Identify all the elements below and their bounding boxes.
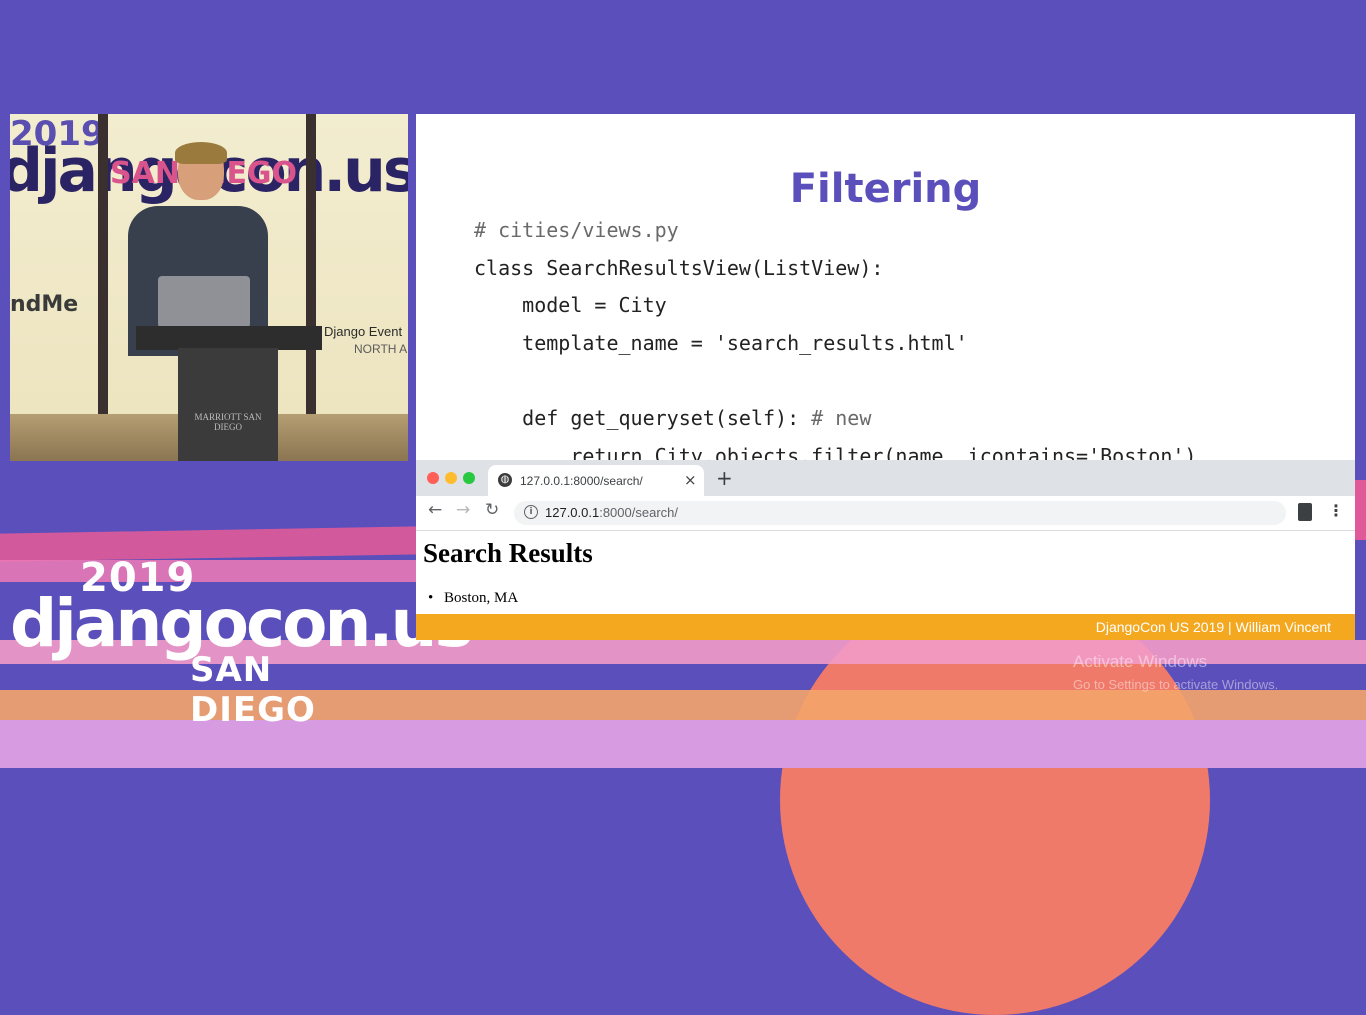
url-path: :8000/search/	[599, 505, 678, 520]
code-inline-comment: # new	[811, 405, 872, 430]
close-tab-icon[interactable]: ×	[684, 471, 697, 489]
banner-sponsor: ndMe	[10, 292, 79, 317]
slide-title: Filtering	[789, 166, 982, 212]
laptop	[158, 276, 250, 328]
speaker-hair	[175, 142, 227, 164]
banner-pole	[98, 114, 108, 461]
background-stripe	[0, 526, 420, 562]
code-line: template_name = 'search_results.html'	[474, 330, 968, 355]
code-line: def get_queryset(self):	[474, 405, 812, 430]
presentation-slide: Filtering # cities/views.py class Search…	[416, 114, 1355, 640]
banner-pole	[306, 114, 316, 461]
podium-logo-text: MARRIOTT SAN DIEGO	[194, 412, 262, 432]
activate-windows-title: Activate Windows	[1073, 652, 1208, 671]
globe-icon: ◍	[498, 473, 512, 487]
browser-toolbar: ← → ↻ i 127.0.0.1:8000/search/ ⋮	[416, 496, 1355, 531]
minimize-window-button[interactable]	[445, 472, 457, 484]
code-line: class SearchResultsView(ListView):	[474, 255, 884, 280]
url-host: 127.0.0.1	[545, 505, 600, 520]
browser-window: ◍ 127.0.0.1:8000/search/ × + ← → ↻ i 127…	[416, 460, 1355, 614]
browser-tab[interactable]: ◍ 127.0.0.1:8000/search/ ×	[488, 465, 704, 496]
reload-icon[interactable]: ↻	[485, 500, 499, 520]
banner-events-sub: NORTH A	[354, 342, 408, 356]
background-stripe	[1355, 480, 1366, 540]
speaker-video: 2019 djangocon.us SAN DIEGO ndMe Django …	[10, 114, 408, 461]
result-item: Boston, MA	[428, 590, 518, 607]
address-bar[interactable]: i 127.0.0.1:8000/search/	[514, 501, 1286, 525]
new-tab-icon[interactable]: +	[716, 466, 733, 490]
forward-icon[interactable]: →	[456, 500, 470, 520]
podium-top	[136, 326, 322, 350]
browser-tab-bar: ◍ 127.0.0.1:8000/search/ × +	[416, 460, 1355, 496]
footer-text: DjangoCon US 2019 | William Vincent	[1095, 619, 1331, 635]
podium	[178, 348, 278, 461]
url-text: 127.0.0.1:8000/search/	[545, 505, 678, 520]
code-comment: # cities/views.py	[474, 218, 679, 242]
code-line: model = City	[474, 293, 667, 318]
slide-footer: DjangoCon US 2019 | William Vincent	[416, 614, 1355, 640]
clipboard-extension-icon[interactable]	[1298, 503, 1312, 521]
tab-title: 127.0.0.1:8000/search/	[520, 474, 643, 488]
activate-windows-subtitle: Go to Settings to activate Windows.	[1073, 677, 1279, 692]
page-heading: Search Results	[423, 538, 593, 568]
logo-city: SAN DIEGO	[190, 650, 316, 730]
close-window-button[interactable]	[427, 472, 439, 484]
more-menu-icon[interactable]: ⋮	[1328, 501, 1344, 520]
code-block: # cities/views.py class SearchResultsVie…	[474, 212, 1196, 475]
info-icon[interactable]: i	[524, 505, 538, 519]
background-stripe	[0, 560, 420, 582]
banner-events: Django Event	[324, 324, 403, 339]
maximize-window-button[interactable]	[463, 472, 475, 484]
back-icon[interactable]: ←	[428, 500, 442, 520]
